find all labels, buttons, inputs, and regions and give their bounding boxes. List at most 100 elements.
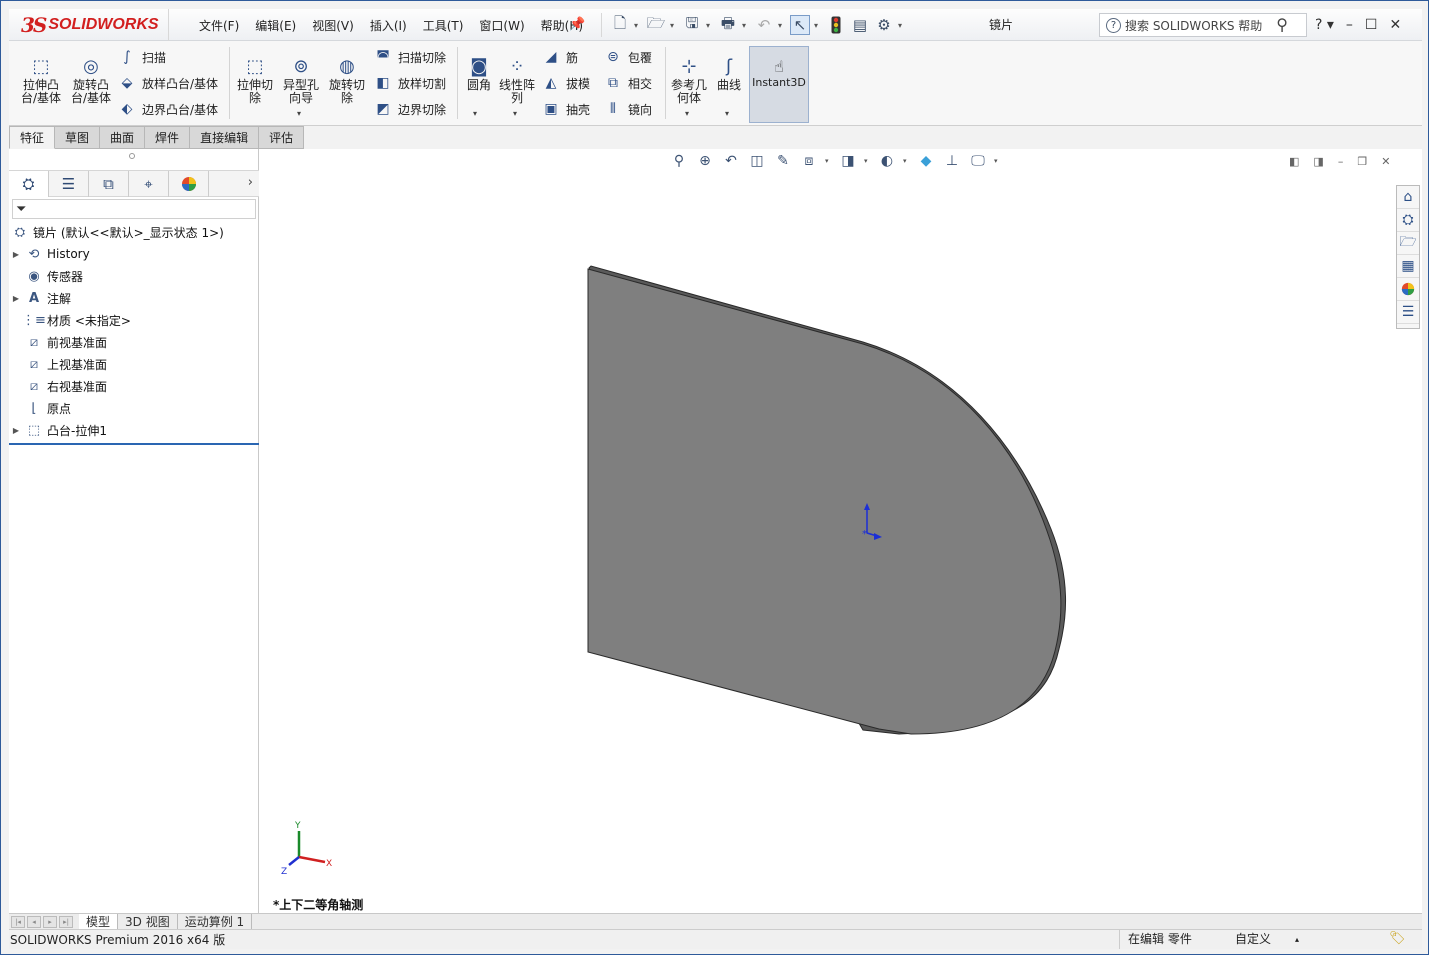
- options-gear-icon[interactable]: ⚙: [874, 15, 894, 35]
- tab-motion-study[interactable]: 运动算例 1: [178, 914, 253, 929]
- tree-item-annotations[interactable]: ▶ A 注解: [9, 287, 259, 309]
- panel-grip-handle[interactable]: [129, 153, 135, 159]
- new-document-icon[interactable]: 🗋: [610, 14, 630, 35]
- tree-item-right-plane[interactable]: ⧄ 右视基准面: [9, 375, 259, 397]
- tree-item-top-plane[interactable]: ⧄ 上视基准面: [9, 353, 259, 375]
- file-properties-icon[interactable]: ▤: [850, 15, 870, 35]
- tab-surfaces[interactable]: 曲面: [100, 126, 146, 149]
- boundary-boss-button[interactable]: ⬖ 边界凸台/基体: [117, 99, 218, 119]
- view-palette-icon[interactable]: ▦: [1397, 255, 1419, 278]
- options-dropdown-icon[interactable]: ▾: [898, 21, 906, 30]
- tab-sketch[interactable]: 草图: [55, 126, 101, 149]
- reference-geometry-button[interactable]: ⊹ 参考几何体: [669, 53, 709, 105]
- tags-icon[interactable]: 🏷: [1389, 931, 1406, 946]
- custom-properties-icon[interactable]: ☰: [1397, 301, 1419, 324]
- design-library-icon[interactable]: ⛭: [1397, 209, 1419, 232]
- loft-boss-button[interactable]: ⬙ 放样凸台/基体: [117, 73, 218, 93]
- dimxpert-manager-tab-icon[interactable]: ⌖: [129, 171, 169, 197]
- undo-icon[interactable]: ↶: [754, 15, 774, 35]
- graphics-area[interactable]: ⚲ ⊕ ↶ ◫ ✎ ⧈▾ ◨▾ ◐▾ ◆ ⊥ 🖵▾ ◧ ◨ – ❐ ✕: [259, 149, 1422, 913]
- hole-wizard-dropdown-icon[interactable]: ▾: [297, 109, 301, 118]
- open-folder-icon[interactable]: 🗁: [646, 14, 666, 35]
- tab-3d-views[interactable]: 3D 视图: [118, 914, 178, 929]
- feature-manager-tab-icon[interactable]: ⛭: [9, 171, 49, 197]
- next-tab-icon[interactable]: ▸: [43, 915, 57, 928]
- help-search-input[interactable]: ? 搜索 SOLIDWORKS 帮助 ⚲: [1099, 13, 1307, 37]
- curves-button[interactable]: ʃ 曲线: [713, 53, 745, 92]
- undo-dropdown-icon[interactable]: ▾: [778, 21, 786, 30]
- tree-item-origin[interactable]: ⌊ 原点: [9, 397, 259, 419]
- lofted-cut-button[interactable]: ◧ 放样切割: [373, 73, 446, 93]
- rib-button[interactable]: ◢ 筋: [541, 47, 578, 67]
- menu-file[interactable]: 文件(F): [191, 17, 247, 34]
- last-tab-icon[interactable]: ▸|: [59, 915, 73, 928]
- revolve-boss-button[interactable]: ◎ 旋转凸台/基体: [69, 53, 113, 105]
- tab-model[interactable]: 模型: [79, 914, 119, 929]
- tab-direct-editing[interactable]: 直接编辑: [190, 126, 260, 149]
- minimize-icon[interactable]: –: [1346, 17, 1353, 33]
- select-arrow-icon[interactable]: ↖: [790, 15, 810, 35]
- boundary-cut-button[interactable]: ◩ 边界切除: [373, 99, 446, 119]
- expand-arrow-icon[interactable]: ▶: [9, 294, 23, 303]
- fillet-dropdown-icon[interactable]: ▾: [473, 109, 477, 118]
- part-model[interactable]: *: [259, 149, 1422, 913]
- menu-view[interactable]: 视图(V): [304, 17, 362, 34]
- revolve-cut-button[interactable]: ◍ 旋转切除: [327, 53, 367, 105]
- menu-edit[interactable]: 编辑(E): [247, 17, 304, 34]
- fillet-button[interactable]: ◙ 圆角: [461, 53, 497, 92]
- extrude-boss-button[interactable]: ⬚ 拉伸凸台/基体: [19, 53, 63, 105]
- linear-pattern-button[interactable]: ⁘ 线性阵列: [497, 53, 537, 105]
- tree-filter-input[interactable]: ⏷: [12, 199, 256, 219]
- tree-item-material[interactable]: ⋮≡ 材质 <未指定>: [9, 309, 259, 331]
- menu-window[interactable]: 窗口(W): [471, 17, 532, 34]
- search-icon[interactable]: ⚲: [1276, 15, 1288, 34]
- expand-arrow-icon[interactable]: ▶: [9, 426, 23, 435]
- home-icon[interactable]: ⌂: [1397, 186, 1419, 209]
- rollback-bar[interactable]: [9, 443, 259, 445]
- tab-evaluate[interactable]: 评估: [259, 126, 305, 149]
- shell-button[interactable]: ▣ 抽壳: [541, 99, 590, 119]
- open-dropdown-icon[interactable]: ▾: [670, 21, 678, 30]
- tree-item-boss-extrude1[interactable]: ▶ ⬚ 凸台-拉伸1: [9, 419, 259, 441]
- unit-system[interactable]: 自定义: [1235, 930, 1271, 949]
- property-manager-tab-icon[interactable]: ☰: [49, 171, 89, 197]
- tree-item-front-plane[interactable]: ⧄ 前视基准面: [9, 331, 259, 353]
- tree-item-history[interactable]: ▶ ⟲ History: [9, 243, 259, 265]
- select-dropdown-icon[interactable]: ▾: [814, 21, 822, 30]
- mirror-button[interactable]: ⫴ 镜向: [603, 99, 652, 119]
- reference-geometry-dropdown-icon[interactable]: ▾: [685, 109, 689, 118]
- pin-icon[interactable]: 📌: [569, 17, 585, 32]
- swept-cut-button[interactable]: ◚ 扫描切除: [373, 47, 446, 67]
- appearances-icon[interactable]: [1397, 278, 1419, 301]
- print-dropdown-icon[interactable]: ▾: [742, 21, 750, 30]
- instant3d-button[interactable]: ☝ Instant3D: [749, 46, 809, 123]
- extrude-cut-button[interactable]: ⬚ 拉伸切除: [235, 53, 275, 105]
- tree-item-sensors[interactable]: ◉ 传感器: [9, 265, 259, 287]
- close-icon[interactable]: ✕: [1389, 17, 1401, 33]
- menu-tools[interactable]: 工具(T): [415, 17, 472, 34]
- new-dropdown-icon[interactable]: ▾: [634, 21, 642, 30]
- configuration-manager-tab-icon[interactable]: ⧉: [89, 171, 129, 197]
- sweep-button[interactable]: ∫ 扫描: [117, 47, 166, 67]
- rebuild-traffic-light-icon[interactable]: [826, 15, 846, 35]
- display-manager-tab-icon[interactable]: [169, 171, 209, 197]
- menu-insert[interactable]: 插入(I): [362, 17, 415, 34]
- unit-system-dropdown-icon[interactable]: ▴: [1295, 930, 1299, 949]
- help-dropdown-icon[interactable]: ? ▾: [1315, 17, 1334, 33]
- chevron-right-icon[interactable]: ›: [248, 175, 253, 190]
- tree-root[interactable]: ⛭ 镜片 (默认<<默认>_显示状态 1>): [9, 221, 259, 243]
- maximize-icon[interactable]: ☐: [1365, 17, 1378, 33]
- curves-dropdown-icon[interactable]: ▾: [725, 109, 729, 118]
- pattern-dropdown-icon[interactable]: ▾: [513, 109, 517, 118]
- intersect-button[interactable]: ⧉ 相交: [603, 73, 652, 93]
- wrap-button[interactable]: ⊜ 包覆: [603, 47, 652, 67]
- tab-features[interactable]: 特征: [9, 126, 56, 149]
- solidworks-logo[interactable]: 3S SOLIDWORKS: [11, 9, 169, 41]
- file-explorer-icon[interactable]: 🗁: [1397, 232, 1419, 255]
- tab-weldments[interactable]: 焊件: [145, 126, 191, 149]
- draft-button[interactable]: ◭ 拔模: [541, 73, 590, 93]
- hole-wizard-button[interactable]: ⊚ 异型孔向导: [279, 53, 323, 105]
- first-tab-icon[interactable]: |◂: [11, 915, 25, 928]
- save-dropdown-icon[interactable]: ▾: [706, 21, 714, 30]
- expand-arrow-icon[interactable]: ▶: [9, 250, 23, 259]
